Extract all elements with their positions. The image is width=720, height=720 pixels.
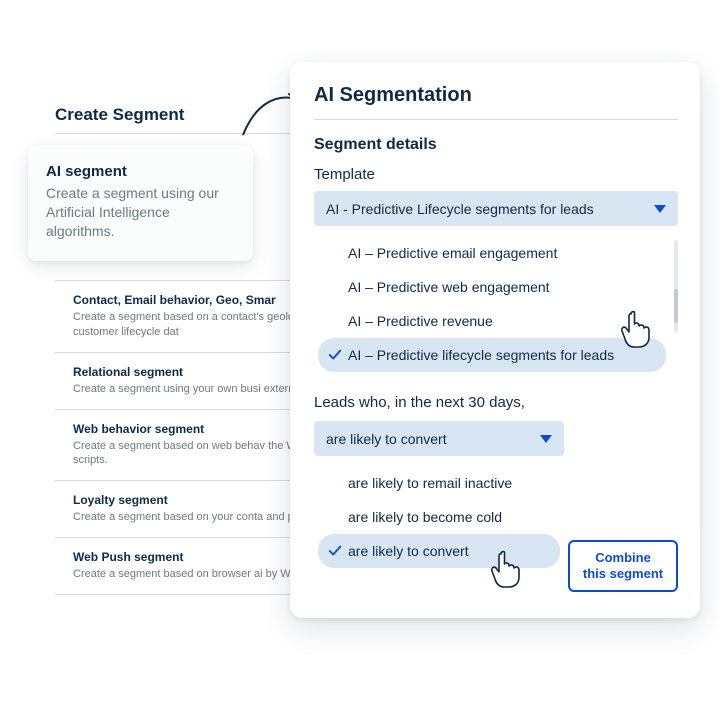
callout-title: AI segment: [46, 163, 235, 180]
leads-menu: are likely to remail inactive are likely…: [314, 460, 564, 574]
chevron-down-icon: [540, 435, 552, 443]
leads-dropdown[interactable]: are likely to convert are likely to rema…: [314, 421, 564, 574]
scrollbar-track[interactable]: [674, 240, 678, 333]
template-selected-label: AI - Predictive Lifecycle segments for l…: [326, 201, 594, 217]
chevron-down-icon: [654, 205, 666, 213]
check-icon: [328, 544, 342, 558]
combine-segment-button[interactable]: Combine this segment: [568, 540, 678, 593]
template-option[interactable]: AI – Predictive web engagement: [318, 270, 666, 304]
template-selected[interactable]: AI - Predictive Lifecycle segments for l…: [314, 191, 678, 226]
check-icon: [328, 348, 342, 362]
leads-selected-label: are likely to convert: [326, 431, 447, 447]
template-option[interactable]: AI – Predictive revenue: [318, 304, 666, 338]
leads-prompt: Leads who, in the next 30 days,: [314, 394, 678, 411]
template-option[interactable]: AI – Predictive lifecycle segments for l…: [318, 338, 666, 372]
ai-segment-callout: AI segment Create a segment using our Ar…: [28, 145, 253, 261]
panel-subtitle: Segment details: [314, 136, 678, 154]
leads-selected[interactable]: are likely to convert: [314, 421, 564, 456]
leads-option[interactable]: are likely to become cold: [318, 500, 560, 534]
template-label: Template: [314, 166, 678, 183]
leads-option[interactable]: are likely to convert: [318, 534, 560, 568]
leads-option[interactable]: are likely to remail inactive: [318, 466, 560, 500]
template-menu: AI – Predictive email engagement AI – Pr…: [314, 230, 678, 378]
callout-description: Create a segment using our Artificial In…: [46, 184, 235, 241]
template-option-label: AI – Predictive lifecycle segments for l…: [348, 347, 614, 363]
leads-option-label: are likely to convert: [348, 543, 469, 559]
scrollbar-thumb[interactable]: [674, 289, 678, 323]
template-dropdown[interactable]: AI - Predictive Lifecycle segments for l…: [314, 191, 678, 378]
template-option[interactable]: AI – Predictive email engagement: [318, 236, 666, 270]
panel-title: AI Segmentation: [314, 84, 678, 120]
ai-segmentation-panel: AI Segmentation Segment details Template…: [290, 62, 700, 618]
